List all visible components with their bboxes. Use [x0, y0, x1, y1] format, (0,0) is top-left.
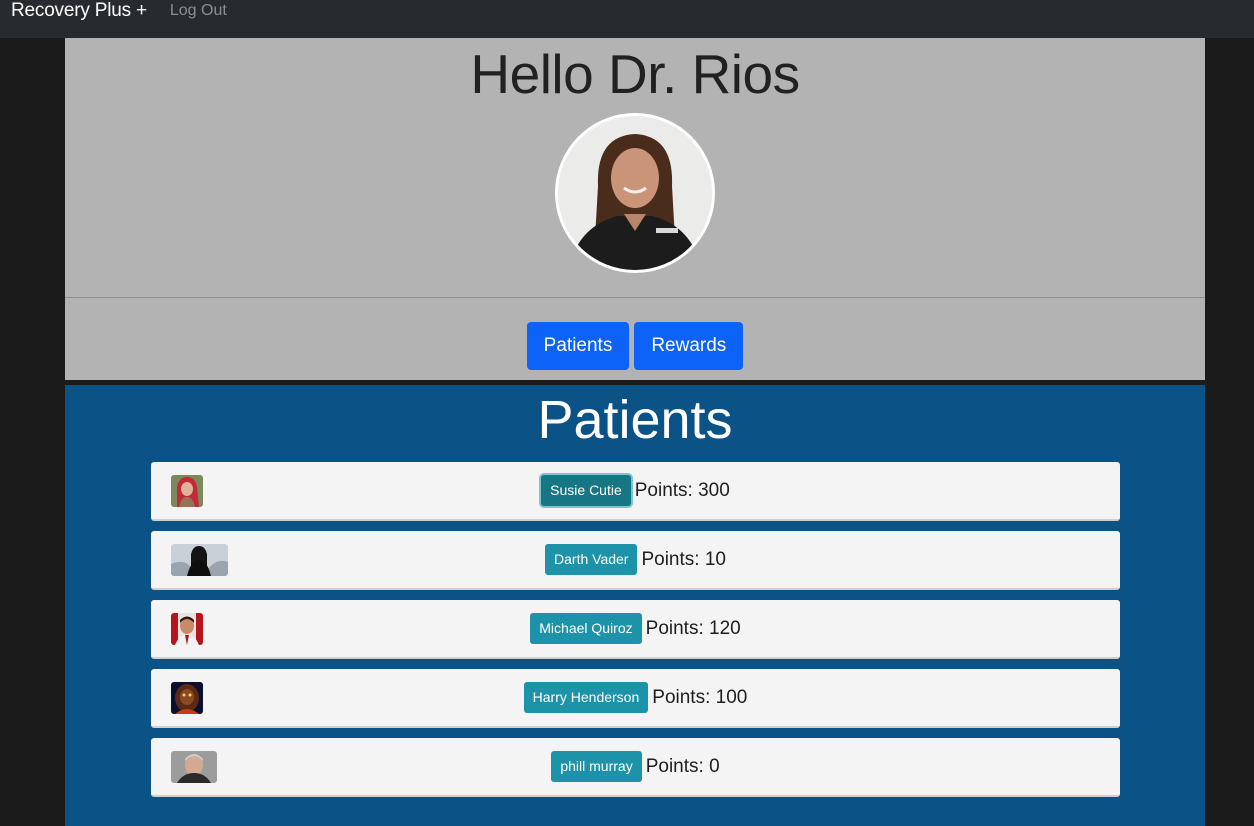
- logout-link[interactable]: Log Out: [170, 0, 227, 22]
- doctor-avatar: [555, 113, 715, 273]
- patient-row: phill murray Points: 0: [151, 738, 1120, 797]
- patient-name-button[interactable]: Michael Quiroz: [530, 613, 642, 644]
- patient-row-content: phill murray Points: 0: [151, 738, 1120, 795]
- patient-row-content: Darth Vader Points: 10: [151, 531, 1120, 588]
- patient-points: Points: 0: [645, 755, 720, 777]
- patient-row-content: Michael Quiroz Points: 120: [151, 600, 1120, 657]
- patient-row-content: Harry Henderson Points: 100: [151, 669, 1120, 726]
- greeting-heading: Hello Dr. Rios: [470, 43, 800, 105]
- patient-row: Harry Henderson Points: 100: [151, 669, 1120, 728]
- patients-heading: Patients: [537, 390, 733, 450]
- patient-name-button[interactable]: Darth Vader: [545, 544, 638, 575]
- patient-name-button[interactable]: phill murray: [551, 751, 642, 782]
- patient-name-button[interactable]: Harry Henderson: [523, 682, 649, 713]
- patient-points: Points: 300: [634, 479, 730, 501]
- patient-row-content: Susie Cutie Points: 300: [151, 462, 1120, 519]
- patient-points: Points: 120: [645, 617, 741, 639]
- profile-divider: [65, 297, 1205, 298]
- patients-button[interactable]: Patients: [526, 322, 630, 370]
- doctor-profile: Hello Dr. Rios Patients Rewards: [65, 38, 1205, 380]
- patient-row: Darth Vader Points: 10: [151, 531, 1120, 590]
- brand-link[interactable]: Recovery Plus +: [11, 0, 147, 22]
- patient-row: Michael Quiroz Points: 120: [151, 600, 1120, 659]
- patient-points: Points: 10: [641, 548, 726, 570]
- patient-row: Susie Cutie Points: 300: [151, 462, 1120, 521]
- profile-nav-buttons: Patients Rewards: [65, 322, 1205, 370]
- rewards-button[interactable]: Rewards: [634, 322, 744, 370]
- patient-points: Points: 100: [652, 686, 748, 708]
- navbar: Recovery Plus + Log Out: [0, 0, 1254, 38]
- main-content: Hello Dr. Rios Patients Rewards Patients: [65, 38, 1205, 826]
- patient-name-button[interactable]: Susie Cutie: [541, 475, 631, 506]
- patients-panel: Patients Susie Cutie Points: 300 Darth V…: [65, 385, 1205, 826]
